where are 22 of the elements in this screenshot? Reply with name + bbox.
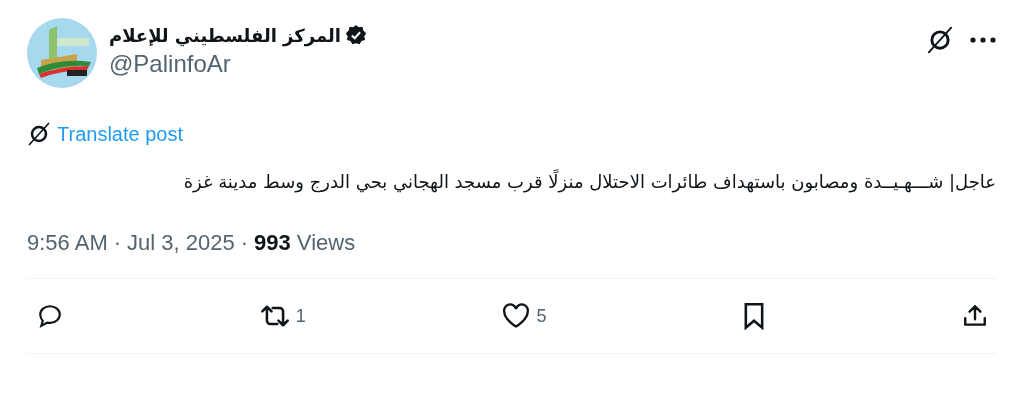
bookmark-button[interactable] (743, 302, 766, 330)
post-time[interactable]: 9:56 AM (27, 230, 108, 256)
author-name[interactable]: المركز الفلسطيني للإعلام (109, 24, 341, 46)
separator-dot: · (113, 230, 122, 256)
views-count: 993 Views (254, 230, 356, 256)
post-date[interactable]: Jul 3, 2025 (127, 230, 235, 256)
slashed-circle-icon (27, 122, 51, 146)
slashed-circle-icon[interactable] (926, 26, 954, 54)
heart-icon (502, 303, 531, 329)
share-button[interactable] (961, 303, 988, 329)
speech-bubble-icon (37, 303, 63, 329)
share-icon (961, 303, 988, 329)
repost-button[interactable]: 1 (259, 303, 306, 329)
post-text: عاجل| شـــهـيــدة ومصابون باستهداف طائرات الاحتلال منزلًا قرب مسجد الهجاني بحي الدرج وسط مدينة غزة (182, 168, 996, 195)
avatar-logo (27, 18, 97, 88)
repost-icon (259, 303, 290, 329)
more-options-icon[interactable] (970, 37, 996, 43)
reply-button[interactable] (37, 303, 63, 329)
author-handle[interactable]: @PalinfoAr (109, 50, 926, 78)
bookmark-icon (743, 302, 766, 330)
like-button[interactable]: 5 (502, 303, 547, 329)
separator-dot: · (240, 230, 248, 256)
